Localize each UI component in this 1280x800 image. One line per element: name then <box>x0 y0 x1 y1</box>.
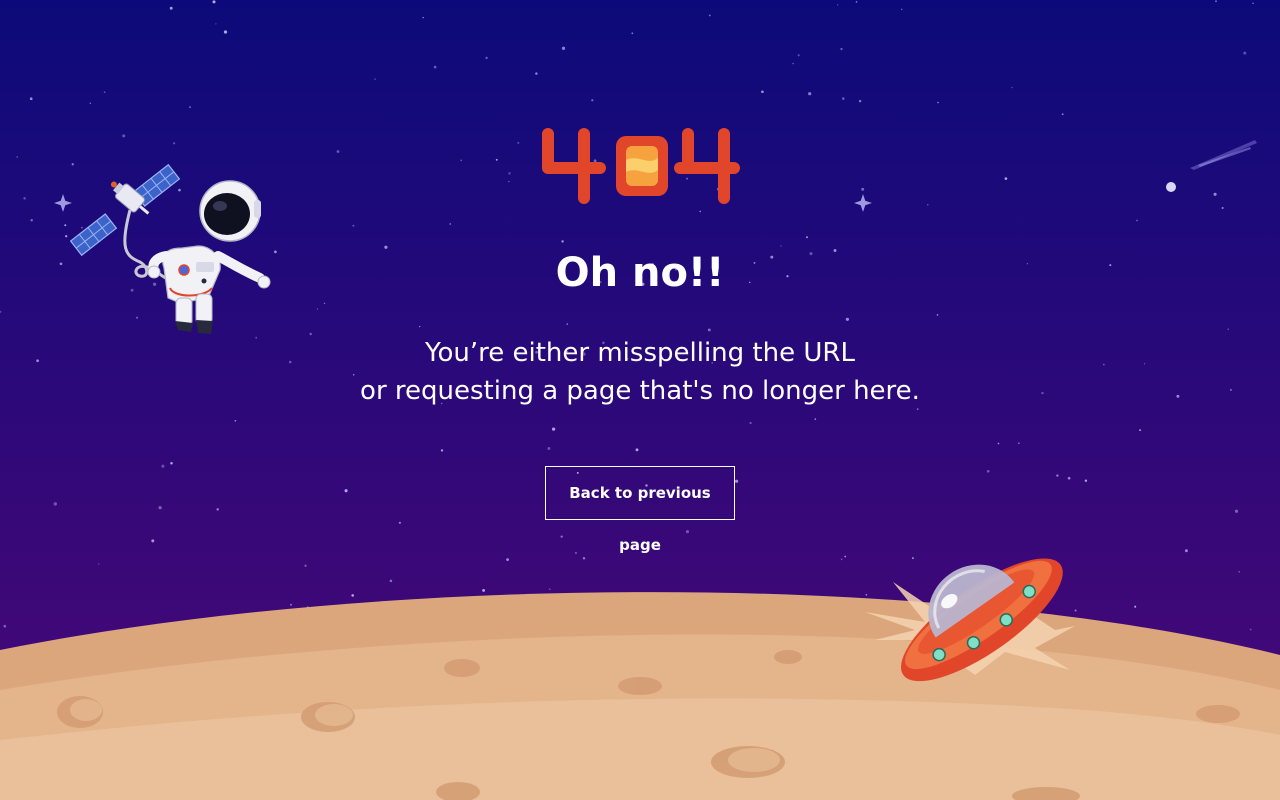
error-message: You’re either misspelling the URL or req… <box>0 334 1280 410</box>
404-logo: 404 <box>542 128 740 204</box>
content-area: 404 Oh no!! You’re either misspelling th… <box>0 0 1280 800</box>
logo-text: 404 <box>641 201 643 203</box>
back-to-previous-page-button[interactable]: Back to previous page <box>545 466 735 554</box>
page-title: Oh no!! <box>555 250 725 296</box>
error-message-line-1: You’re either misspelling the URL <box>425 338 855 368</box>
error-message-line-2: or requesting a page that's no longer he… <box>360 376 920 406</box>
